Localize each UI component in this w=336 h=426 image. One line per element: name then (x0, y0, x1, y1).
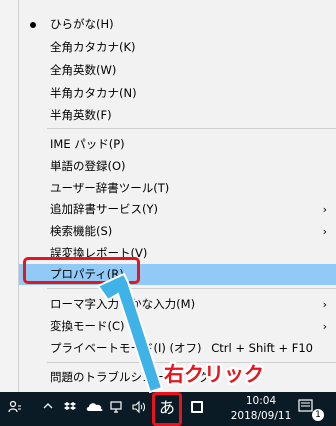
right-click-annotation: 右クリック (164, 362, 264, 386)
pointer-arrow-shape (96, 272, 164, 394)
